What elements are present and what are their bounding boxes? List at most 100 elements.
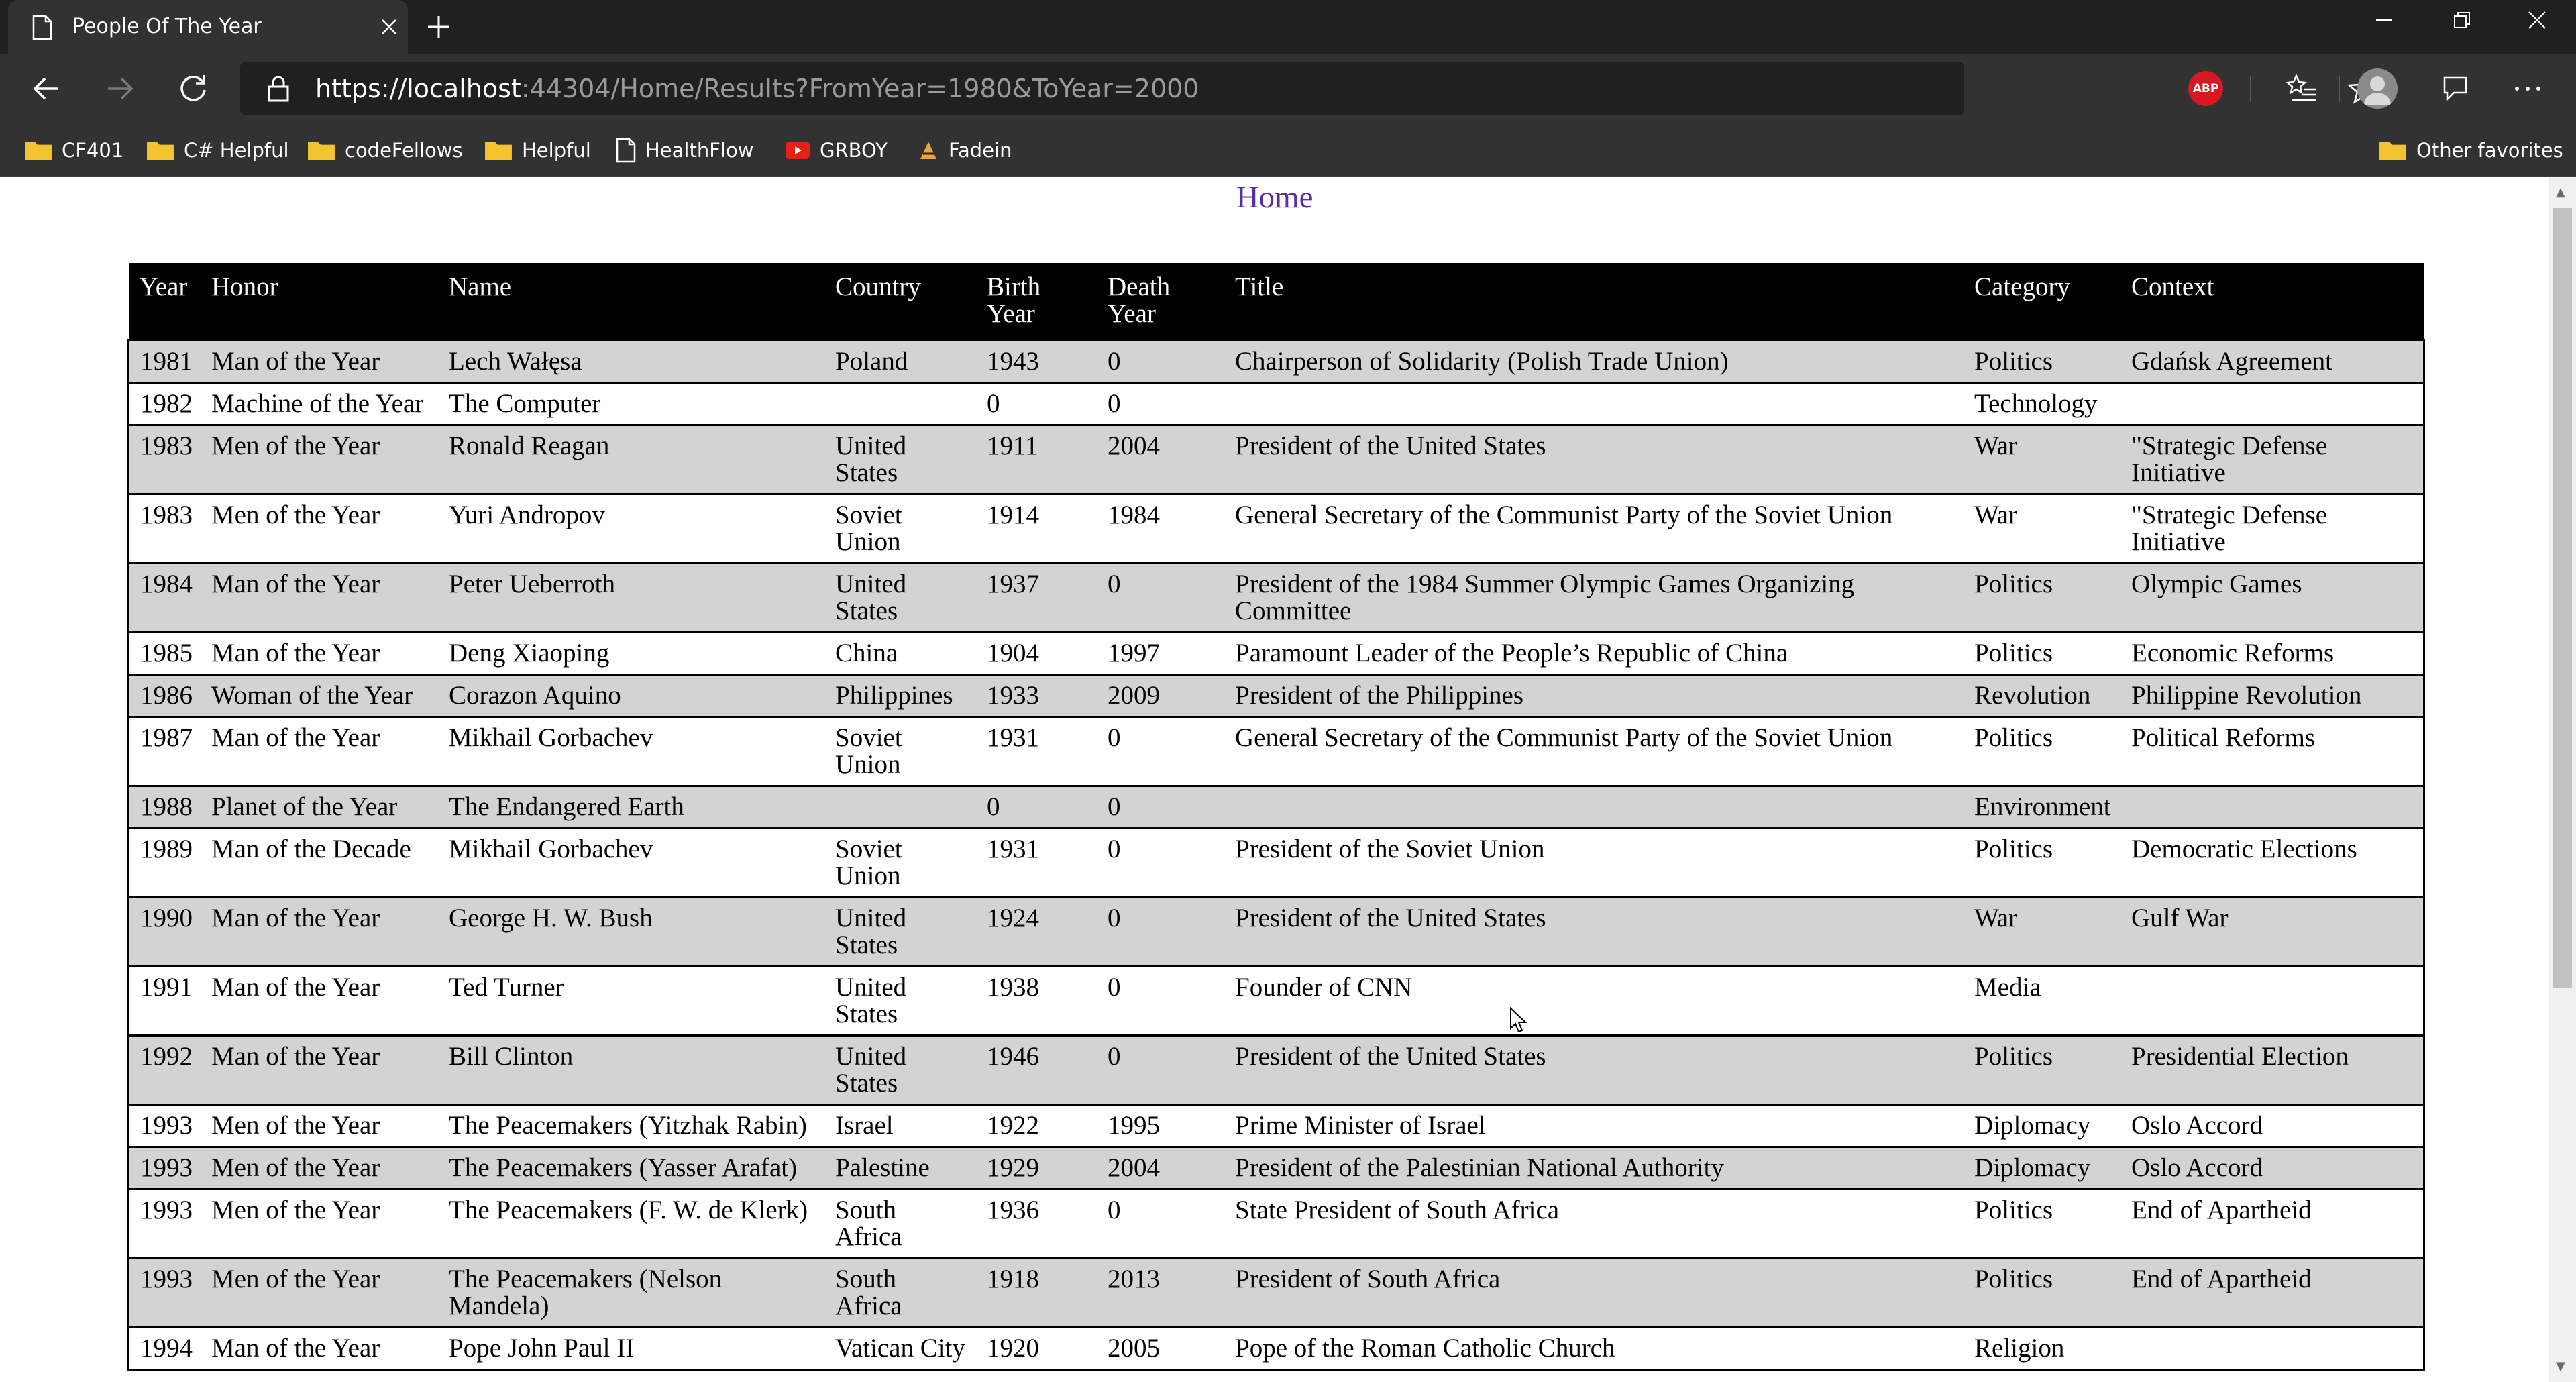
new-tab-icon[interactable] <box>425 13 452 40</box>
cell-year: 1994 <box>127 1326 201 1371</box>
cell-death-year: 0 <box>1097 1034 1224 1106</box>
cell-honor: Men of the Year <box>201 1257 438 1328</box>
cell-death-year: 1984 <box>1097 493 1224 564</box>
cell-title: President of South Africa <box>1224 1257 1964 1328</box>
cell-name: The Peacemakers (Nelson Mandela) <box>438 1257 824 1328</box>
cell-country <box>824 785 976 829</box>
cell-title <box>1224 785 1964 829</box>
header-birth-year[interactable]: Birth Year <box>976 263 1097 341</box>
cell-title: Chairperson of Solidarity (Polish Trade … <box>1224 339 1964 384</box>
cell-birth-year: 1946 <box>976 1034 1097 1106</box>
cell-name: The Peacemakers (F. W. de Klerk) <box>438 1188 824 1259</box>
cell-death-year: 0 <box>1097 827 1224 898</box>
home-link[interactable]: Home <box>0 177 2549 217</box>
cell-category: Politics <box>1964 631 2121 676</box>
cell-honor: Man of the Decade <box>201 827 438 898</box>
bookmark-label: Fadein <box>949 139 1012 162</box>
cell-death-year: 2004 <box>1097 424 1224 495</box>
refresh-button[interactable] <box>176 71 211 106</box>
cell-title: President of the United States <box>1224 1034 1964 1106</box>
favorites-button[interactable] <box>2285 71 2320 106</box>
bookmark-label: Helpful <box>522 139 591 162</box>
cell-honor: Men of the Year <box>201 424 438 495</box>
feedback-button[interactable] <box>2438 71 2473 106</box>
header-category[interactable]: Category <box>1964 263 2121 341</box>
scrollbar-thumb[interactable] <box>2553 208 2572 988</box>
cell-death-year: 2004 <box>1097 1146 1224 1190</box>
cell-death-year: 2005 <box>1097 1326 1224 1371</box>
table-row: 1993 Men of the Year The Peacemakers (Nels… <box>127 1257 2425 1328</box>
cell-country: Israel <box>824 1104 976 1148</box>
header-honor[interactable]: Honor <box>201 263 438 341</box>
cell-year: 1981 <box>127 339 201 384</box>
header-country[interactable]: Country <box>824 263 976 341</box>
cell-death-year: 2013 <box>1097 1257 1224 1328</box>
bookmark-other-favorites[interactable]: Other favorites <box>2379 123 2563 177</box>
bookmark-label: GRBOY <box>820 139 888 162</box>
header-context[interactable]: Context <box>2121 263 2424 341</box>
cell-name: Ronald Reagan <box>438 424 824 495</box>
bookmark-fadein[interactable]: Fadein <box>918 123 1012 177</box>
header-title[interactable]: Title <box>1224 263 1964 341</box>
cell-birth-year: 1936 <box>976 1188 1097 1259</box>
scroll-down-arrow-icon[interactable]: ▼ <box>2556 1359 2565 1373</box>
bookmark-cf401[interactable]: CF401 <box>24 123 123 177</box>
settings-menu-button[interactable] <box>2510 71 2545 106</box>
table-row: 1987 Man of the Year Mikhail Gorbachev Sovi… <box>127 716 2425 787</box>
bookmark-grboy[interactable]: GRBOY <box>785 123 888 177</box>
cell-birth-year: 0 <box>976 785 1097 829</box>
cell-country: United States <box>824 424 976 495</box>
vertical-scrollbar[interactable]: ▲ ▼ <box>2549 177 2576 1382</box>
close-tab-icon[interactable] <box>380 17 398 36</box>
cell-category: Environment <box>1964 785 2121 829</box>
cell-death-year: 0 <box>1097 1188 1224 1259</box>
header-death-year[interactable]: Death Year <box>1097 263 1224 341</box>
bookmark-helpful[interactable]: Helpful <box>484 123 591 177</box>
adblock-plus-icon[interactable]: ABP <box>2188 71 2223 106</box>
cell-birth-year: 1911 <box>976 424 1097 495</box>
back-arrow-icon <box>33 77 58 100</box>
cell-name: George H. W. Bush <box>438 896 824 967</box>
cell-title: General Secretary of the Communist Party… <box>1224 493 1964 564</box>
header-year[interactable]: Year <box>128 263 201 341</box>
cell-birth-year: 1929 <box>976 1146 1097 1190</box>
bookmark-csharp-helpful[interactable]: C# Helpful <box>146 123 289 177</box>
profile-avatar[interactable] <box>2357 68 2398 109</box>
cell-death-year: 0 <box>1097 339 1224 384</box>
results-table: Year Honor Name Country Birth Year Death… <box>127 263 2425 1371</box>
cell-country: Palestine <box>824 1146 976 1190</box>
forward-arrow-icon <box>108 77 133 100</box>
cell-name: Yuri Andropov <box>438 493 824 564</box>
cell-name: Mikhail Gorbachev <box>438 827 824 898</box>
cell-category: Politics <box>1964 827 2121 898</box>
cell-honor: Man of the Year <box>201 631 438 676</box>
cell-year: 1988 <box>127 785 201 829</box>
back-button[interactable] <box>30 71 64 106</box>
address-bar[interactable]: https://localhost:44304/Home/Results?Fro… <box>240 62 2380 115</box>
cell-birth-year: 1920 <box>976 1326 1097 1371</box>
cell-category: Politics <box>1964 339 2121 384</box>
minimize-button[interactable] <box>2345 0 2423 40</box>
table-row: 1988 Planet of the Year The Endangered Ear… <box>127 785 2425 829</box>
bookmark-healthflow[interactable]: HealthFlow <box>616 123 753 177</box>
header-name[interactable]: Name <box>438 263 824 341</box>
cell-title: President of the Soviet Union <box>1224 827 1964 898</box>
forward-button[interactable] <box>102 71 137 106</box>
restore-button[interactable] <box>2423 0 2501 40</box>
table-row: 1993 Men of the Year The Peacemakers (F. W… <box>127 1188 2425 1259</box>
cell-country <box>824 382 976 426</box>
cell-name: The Endangered Earth <box>438 785 824 829</box>
url-text[interactable]: https://localhost:44304/Home/Results?Fro… <box>315 62 1199 115</box>
cell-death-year: 1995 <box>1097 1104 1224 1148</box>
bookmark-codefellows[interactable]: codeFellows <box>307 123 463 177</box>
scroll-up-arrow-icon[interactable]: ▲ <box>2556 185 2565 199</box>
cell-context: Democratic Elections <box>2121 827 2425 898</box>
close-window-button[interactable] <box>2498 0 2576 40</box>
minimize-icon <box>2376 19 2392 21</box>
cell-title: President of the 1984 Summer Olympic Gam… <box>1224 562 1964 633</box>
cell-context: Gdańsk Agreement <box>2121 339 2425 384</box>
active-tab[interactable]: People Of The Year <box>8 0 408 54</box>
cell-honor: Planet of the Year <box>201 785 438 829</box>
cell-year: 1983 <box>127 424 201 495</box>
cell-context: Gulf War <box>2121 896 2425 967</box>
